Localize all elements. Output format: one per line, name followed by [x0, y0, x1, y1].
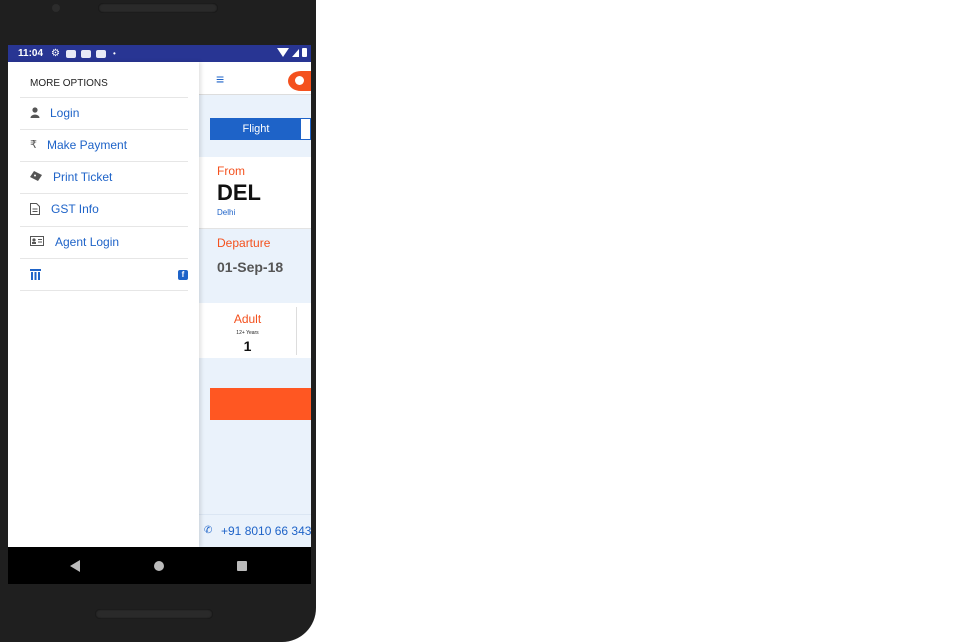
- drawer-item-login[interactable]: Login: [20, 97, 188, 129]
- phone-frame: 11:04 ⚙ • ≡ Flight From DEL Delhi Depart…: [0, 0, 316, 642]
- rupee-icon: ₹: [30, 139, 37, 151]
- adult-age-hint: 12+ Years: [236, 330, 259, 336]
- battery-icon: [302, 48, 307, 57]
- departure-field[interactable]: Departure 01-Sep-18: [199, 230, 311, 302]
- wifi-icon: [277, 48, 289, 57]
- from-city-name: Delhi: [217, 208, 236, 217]
- drawer-item-label: Agent Login: [55, 235, 120, 249]
- home-icon[interactable]: [154, 561, 164, 571]
- from-label: From: [217, 164, 245, 178]
- social-links: f: [20, 258, 188, 291]
- drawer-item-label: Make Payment: [47, 138, 128, 152]
- adult-label: Adult: [233, 312, 262, 326]
- app-header: ≡: [199, 62, 311, 95]
- drawer-item-make-payment[interactable]: ₹ Make Payment: [20, 129, 188, 161]
- adult-count[interactable]: 1: [199, 338, 296, 354]
- search-button[interactable]: [210, 388, 311, 420]
- user-icon: [30, 107, 42, 119]
- linkedin-icon[interactable]: [30, 269, 41, 280]
- document-icon: [30, 203, 42, 215]
- drawer-item-gst-info[interactable]: GST Info: [20, 193, 188, 225]
- from-city-code: DEL: [217, 180, 261, 205]
- passenger-selector[interactable]: Adult 12+ Years 1: [199, 303, 311, 358]
- phone-call-icon: ✆: [204, 525, 213, 536]
- drawer-title: MORE OPTIONS: [30, 78, 108, 89]
- logo: [288, 71, 311, 91]
- drawer-item-print-ticket[interactable]: Print Ticket: [20, 161, 188, 193]
- notification-icon: [96, 49, 106, 58]
- from-field[interactable]: From DEL Delhi: [199, 157, 311, 229]
- drawer-item-agent-login[interactable]: Agent Login: [20, 226, 188, 258]
- tab-flight[interactable]: Flight: [211, 119, 301, 139]
- id-card-icon: [30, 236, 44, 248]
- top-speaker: [98, 3, 218, 13]
- facebook-icon[interactable]: f: [178, 270, 188, 280]
- ticket-icon: [30, 171, 42, 183]
- menu-icon[interactable]: ≡: [216, 71, 224, 87]
- phone-number[interactable]: +91 8010 66 343: [221, 524, 311, 538]
- navigation-drawer: MORE OPTIONS Login ₹ Make Payment Print …: [8, 62, 199, 547]
- signal-icon: [292, 48, 299, 57]
- departure-label: Departure: [217, 236, 271, 250]
- notification-icon: [81, 49, 91, 58]
- trip-tabs: Flight: [210, 118, 311, 140]
- bottom-speaker: [95, 609, 213, 619]
- more-dot-icon: •: [113, 49, 116, 58]
- drawer-item-label: Login: [50, 106, 80, 120]
- departure-date: 01-Sep-18: [217, 259, 284, 275]
- system-nav-bar: [8, 547, 311, 584]
- booking-app: ≡ Flight From DEL Delhi Departure 01-Sep…: [199, 62, 311, 547]
- divider: [296, 307, 297, 355]
- camera: [52, 4, 60, 12]
- drawer-item-label: GST Info: [51, 202, 99, 216]
- status-time: 11:04: [18, 48, 44, 59]
- settings-icon: ⚙: [51, 48, 60, 59]
- notification-icon: [66, 49, 76, 58]
- screen: 11:04 ⚙ • ≡ Flight From DEL Delhi Depart…: [8, 45, 311, 584]
- status-bar: 11:04 ⚙ •: [8, 45, 311, 62]
- back-icon[interactable]: [70, 560, 80, 572]
- drawer-item-label: Print Ticket: [53, 170, 113, 184]
- recent-apps-icon[interactable]: [237, 561, 247, 571]
- contact-footer: ✆ +91 8010 66 343: [199, 514, 311, 547]
